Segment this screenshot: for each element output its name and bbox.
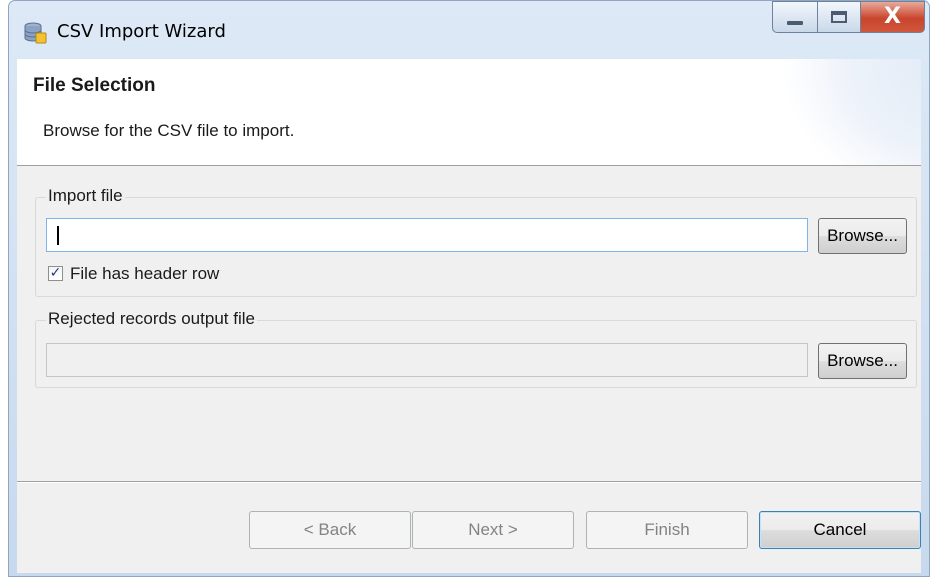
banner-decoration (781, 59, 921, 165)
title-bar[interactable]: CSV Import Wizard X (9, 1, 929, 59)
minimize-button[interactable] (772, 1, 818, 33)
maximize-icon (831, 11, 847, 23)
header-row-label[interactable]: File has header row (70, 264, 219, 284)
rejected-records-label: Rejected records output file (46, 309, 257, 329)
rejected-records-group: Rejected records output file Browse... (35, 309, 917, 388)
cancel-button[interactable]: Cancel (759, 511, 921, 549)
import-file-input[interactable] (46, 218, 808, 252)
wizard-header-banner: File Selection Browse for the CSV file t… (17, 59, 921, 166)
database-icon (24, 22, 47, 44)
header-row-checkbox[interactable]: ✓ (48, 266, 63, 281)
import-file-label: Import file (46, 186, 125, 206)
window-title: CSV Import Wizard (57, 21, 226, 42)
rejected-browse-button[interactable]: Browse... (818, 343, 907, 379)
page-title: File Selection (33, 75, 156, 96)
minimize-icon (787, 21, 803, 25)
import-browse-button[interactable]: Browse... (818, 218, 907, 254)
footer-separator (17, 481, 921, 483)
close-icon: X (884, 4, 901, 29)
finish-button[interactable]: Finish (586, 511, 748, 549)
text-caret (57, 226, 59, 245)
rejected-file-input[interactable] (46, 343, 808, 377)
close-button[interactable]: X (860, 1, 925, 33)
next-button[interactable]: Next > (412, 511, 574, 549)
wizard-window: CSV Import Wizard X File Selection Brows… (8, 0, 930, 577)
back-button[interactable]: < Back (249, 511, 411, 549)
import-file-group: Import file Browse... ✓ File has header … (35, 186, 917, 297)
maximize-button[interactable] (817, 1, 861, 33)
page-description: Browse for the CSV file to import. (43, 121, 295, 140)
wizard-client-area: File Selection Browse for the CSV file t… (17, 59, 921, 573)
